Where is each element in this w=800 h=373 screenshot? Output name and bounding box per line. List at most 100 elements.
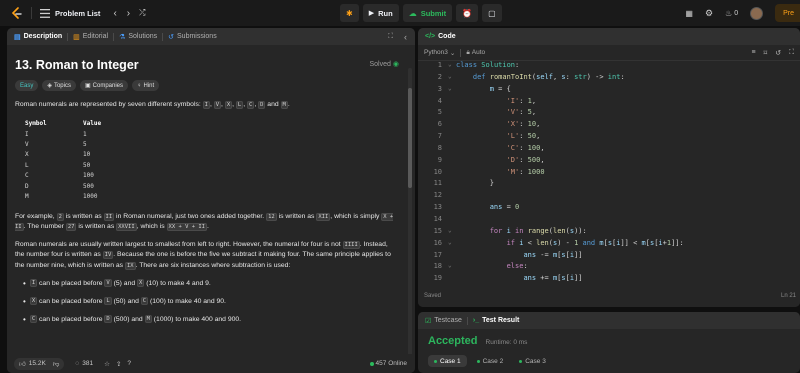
case-label: Case 2 [482,357,504,365]
bookmark-icon[interactable]: ⌑ [764,49,768,57]
fold-icon[interactable]: ⌄ [448,227,456,239]
language-select[interactable]: Python3 ⌄ [424,49,455,57]
text-run: (100) to make 40 and 90. [148,297,226,305]
line-number: 9 [437,155,442,164]
tab-submissions[interactable]: ↺ Submissions [168,33,217,41]
inline-code: M [144,315,152,324]
run-label: Run [378,8,393,18]
note-icon: ▢ [488,8,496,18]
scrollbar-thumb[interactable] [408,88,412,188]
tab-testcase[interactable]: ☑ Testcase [425,317,462,325]
collapse-icon[interactable]: ‹ [404,32,407,42]
inline-code: C [140,297,149,306]
fullscreen-icon[interactable]: ⛶ [789,49,794,57]
problem-list-icon[interactable] [40,8,50,18]
comment-count: 381 [82,360,94,367]
format-icon[interactable]: ≡ [752,49,756,57]
tab-test-result[interactable]: ›_ Test Result [473,317,519,324]
share-icon[interactable]: ⇪ [116,360,121,368]
comments-button[interactable]: ◌ 381 [70,358,98,370]
code-line: 13 ans = 0 [418,203,800,215]
layout-grid-icon[interactable]: ▦ [685,9,693,18]
symbol-cell: I [25,130,29,138]
fold-icon[interactable]: ⌄ [448,262,456,274]
shuffle-icon[interactable]: ⤮ [139,8,145,18]
premium-button[interactable]: Pre [775,4,800,22]
tab-solutions[interactable]: ⚗ Solutions [119,33,157,41]
tab-editorial[interactable]: ▥ Editorial [73,33,108,41]
flask-icon: ⚗ [119,33,126,41]
example-paragraph: For example, 2 is written as II in Roman… [15,212,399,233]
text-run: (10) to make 4 and 9. [144,279,211,287]
code-line: 16 ⌄ if i < len(s) - 1 and m[s[i]] < m[s[… [418,239,800,251]
and-text: and [265,101,281,108]
line-number: 6 [437,120,442,129]
companies-chip[interactable]: ▣ Companies [79,80,129,91]
inline-code: IIII [342,240,360,249]
favorite-star-icon[interactable]: ☆ [104,360,110,368]
reset-icon[interactable]: ↺ [775,49,781,57]
tab-code[interactable]: </> Code [425,33,456,40]
fold-icon[interactable]: ⌄ [448,61,456,73]
leetcode-logo[interactable] [9,6,23,20]
submit-button[interactable]: ☁ Submit [402,4,453,22]
line-number: 16 [433,238,442,247]
line-number: 18 [433,262,442,271]
code-toolbar-right: ≡ ⌑ ↺ ⛶ [752,49,794,57]
code-toolbar: Python3 ⌄ 🔒︎ Auto ≡ ⌑ ↺ ⛶ [418,45,800,61]
prev-problem-icon[interactable]: ‹ [113,8,116,19]
accepted-status: Accepted [428,335,478,347]
avatar[interactable] [750,6,764,20]
topics-chip[interactable]: ◈ Topics [42,80,76,91]
tag-chips: Easy ◈ Topics ▣ Companies ♀ Hint [15,80,399,91]
thumbs-down-icon[interactable]: 👎︎ [53,360,60,368]
description-scrollbar[interactable] [408,68,412,373]
fold-icon[interactable]: ⌄ [448,73,456,85]
timer-button[interactable]: ⏰ [456,4,479,22]
hint-label: Hint [143,82,155,89]
streak-counter[interactable]: ♨ 0 [725,9,738,18]
run-button[interactable]: ▶ Run [362,4,399,22]
line-text: def romanToInt(self, s: str) -> int: [472,72,625,81]
settings-gear-icon[interactable]: ⚙ [705,8,713,19]
hint-chip[interactable]: ♀ Hint [132,80,160,91]
chevron-down-icon: ⌄ [449,49,456,57]
line-number: 3 [437,84,442,93]
tag-icon: ◈ [47,83,52,89]
code-line: 2 ⌄ def romanToInt(self, s: str) -> int: [418,73,800,85]
case-tab[interactable]: Case 2 [471,355,510,367]
table-row: X 10 [25,150,101,160]
line-number: 10 [433,167,442,176]
end-text: . [287,101,290,108]
case-tab[interactable]: Case 1 [428,355,467,367]
tab-description[interactable]: ▤ Description [14,33,62,41]
debug-button[interactable]: ✱ [340,4,359,22]
code-line: 17 ans -= m[s[i]] [418,251,800,263]
result-summary: Accepted Runtime: 0 ms [418,329,800,347]
text-run: , which is [136,223,167,231]
expand-icon[interactable]: ⛶ [388,33,393,41]
companies-label: Companies [92,82,124,89]
saved-status: Saved [424,293,442,299]
case-tab[interactable]: Case 3 [513,355,552,367]
inline-code: 2 [56,212,64,221]
tab-editorial-label: Editorial [82,33,109,40]
problem-list-link[interactable]: Problem List [55,9,100,18]
value-cell: 1 [83,130,87,138]
help-icon[interactable]: ? [127,360,131,367]
value-cell: 50 [83,161,91,169]
language-label: Python3 [424,49,448,56]
auto-mode-toggle[interactable]: 🔒︎ Auto [466,49,485,57]
fold-icon[interactable]: ⌄ [448,85,456,97]
description-body: 13. Roman to Integer Solved ◉ Easy ◈ Topi… [7,45,407,355]
line-number: 11 [433,179,442,188]
fold-icon[interactable]: ⌄ [448,239,456,251]
like-count: 15.2K [28,360,46,367]
next-problem-icon[interactable]: › [127,8,130,19]
like-button[interactable]: 👍︎ 15.2K 👎︎ [14,357,65,370]
thumbs-up-icon: 👍︎ [19,360,26,368]
inline-code: I [29,279,38,288]
text-run: can be placed before [37,297,105,305]
code-editor[interactable]: 1 ⌄ class Solution: 2 ⌄ def romanToInt(self… [418,61,800,307]
notes-button[interactable]: ▢ [482,4,502,22]
